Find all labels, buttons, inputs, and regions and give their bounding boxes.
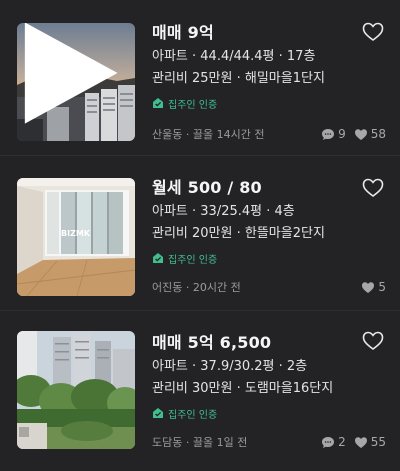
- play-icon: [24, 23, 118, 124]
- bizmk-watermark: BIZMK: [61, 229, 91, 238]
- listing-item[interactable]: BIZMK 월세 500 / 80 아파트 · 33/25.4평 · 4층 관리…: [0, 155, 400, 310]
- comment-icon: [322, 436, 335, 448]
- verified-badge: 집주인 인증: [152, 406, 388, 421]
- listing-item[interactable]: 매매 9억 아파트 · 44.4/44.4평 · 17층 관리비 25만원 · …: [0, 0, 400, 155]
- verified-home-icon: [153, 98, 163, 108]
- listing-thumbnail-exterior[interactable]: [17, 331, 135, 449]
- verified-badge-label: 집주인 인증: [168, 254, 218, 266]
- comment-icon: [322, 128, 335, 140]
- heart-outline-icon[interactable]: [362, 178, 384, 198]
- like-count-value: 55: [370, 435, 386, 449]
- like-count-value: 5: [378, 280, 386, 294]
- listing-location-time: 도담동 · 끌올 1일 전: [152, 436, 248, 449]
- verified-home-icon: [153, 408, 163, 418]
- empty-room-image: BIZMK: [17, 178, 135, 296]
- listing-fee: 관리비 25만원 · 해밀마을1단지: [152, 71, 325, 86]
- heart-filled-icon: [354, 436, 367, 448]
- comment-count: 9: [321, 127, 346, 141]
- like-count-value: 58: [370, 127, 386, 141]
- listing-price: 매매 5억 6,500: [152, 333, 272, 352]
- apartment-trees-image: [17, 331, 135, 449]
- heart-outline-icon[interactable]: [362, 331, 384, 351]
- comment-count-value: 2: [338, 435, 346, 449]
- verified-badge: 집주인 인증: [152, 96, 388, 111]
- listing-list: 매매 9억 아파트 · 44.4/44.4평 · 17층 관리비 25만원 · …: [0, 0, 400, 471]
- verified-home-icon: [153, 253, 163, 263]
- listing-price: 매매 9억: [152, 23, 214, 42]
- heart-outline-icon[interactable]: [362, 22, 384, 42]
- listing-location-time: 어진동 · 20시간 전: [152, 281, 241, 294]
- comment-count: 2: [321, 435, 346, 449]
- verified-badge-label: 집주인 인증: [168, 409, 218, 421]
- like-count: 58: [354, 127, 386, 141]
- heart-filled-icon: [354, 128, 367, 140]
- like-count: 55: [354, 435, 386, 449]
- listing-price: 월세 500 / 80: [152, 178, 262, 197]
- listing-details: 아파트 · 33/25.4평 · 4층: [152, 204, 295, 219]
- listing-item[interactable]: 매매 5억 6,500 아파트 · 37.9/30.2평 · 2층 관리비 30…: [0, 310, 400, 465]
- comment-count-value: 9: [338, 127, 346, 141]
- listing-thumbnail-room[interactable]: BIZMK: [17, 178, 135, 296]
- heart-filled-icon: [362, 281, 375, 293]
- listing-details: 아파트 · 37.9/30.2평 · 2층: [152, 359, 308, 374]
- listing-fee: 관리비 30만원 · 도램마을16단지: [152, 381, 334, 396]
- listing-fee: 관리비 20만원 · 한뜰마을2단지: [152, 226, 325, 241]
- verified-badge-label: 집주인 인증: [168, 99, 218, 111]
- listing-thumbnail-sunset[interactable]: [17, 23, 135, 141]
- like-count: 5: [361, 280, 386, 294]
- verified-badge: 집주인 인증: [152, 251, 388, 266]
- listing-details: 아파트 · 44.4/44.4평 · 17층: [152, 49, 316, 64]
- listing-location-time: 산울동 · 끌올 14시간 전: [152, 128, 265, 141]
